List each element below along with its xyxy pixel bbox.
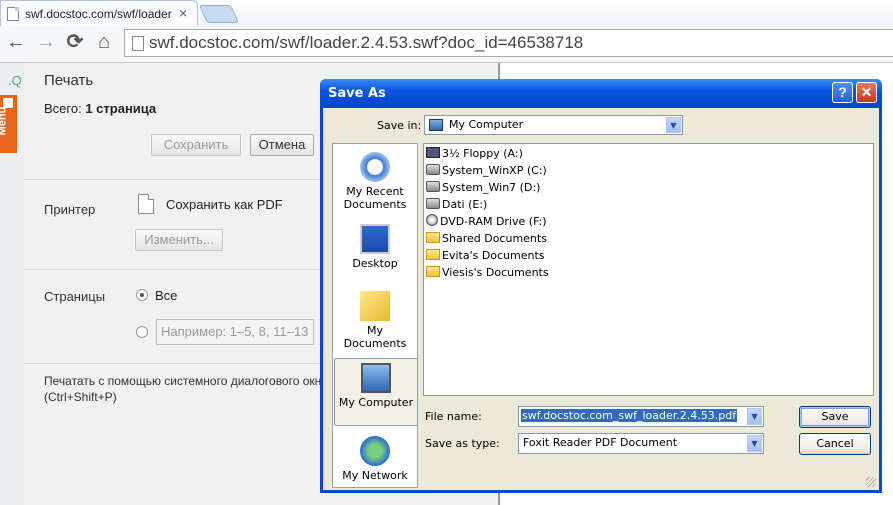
file-list: 3½ Floppy (A:) System_WinXP (C:) System_… [423, 143, 874, 396]
tab-title: swf.docstoc.com/swf/loader [25, 7, 172, 21]
place-label: Desktop [352, 257, 398, 270]
forward-arrow-icon[interactable]: → [35, 30, 57, 54]
print-title: Печать [44, 72, 94, 89]
browser-toolbar: ← → ⟳ ⌂ swf.docstoc.com/swf/loader.2.4.5… [0, 26, 893, 63]
page-favicon-icon [7, 7, 19, 21]
save-as-type-label: Save as type: [425, 437, 500, 450]
address-bar[interactable]: swf.docstoc.com/swf/loader.2.4.53.swf?do… [124, 29, 893, 57]
folder-icon [426, 266, 440, 277]
file-name-label: File name: [425, 410, 482, 423]
tab-close-icon[interactable]: × [179, 5, 187, 21]
floppy-drive-icon [426, 147, 440, 158]
help-button[interactable]: ? [832, 82, 853, 103]
system-dialog-link[interactable]: Печатать с помощью системного диалоговог… [44, 373, 334, 405]
recent-documents-icon [360, 152, 390, 182]
total-label: Всего: [44, 101, 82, 116]
change-printer-button[interactable]: Изменить... [135, 229, 223, 251]
chevron-down-icon: ▼ [747, 408, 762, 425]
file-name-value: swf.docstoc.com_swf_loader.2.4.53.pdf [521, 409, 738, 422]
save-as-type-select[interactable]: Foxit Reader PDF Document ▼ [518, 433, 764, 454]
printer-name: Сохранить как PDF [166, 197, 283, 212]
file-name: Evita's Documents [442, 249, 545, 262]
list-item[interactable]: System_WinXP (C:) [426, 163, 547, 179]
file-name: DVD-RAM Drive (F:) [440, 215, 547, 228]
menu-tab-label: Menu [0, 106, 9, 136]
total-value: 1 страница [85, 101, 157, 116]
file-name: Dati (E:) [442, 198, 488, 211]
print-total: Всего: 1 страница [44, 101, 156, 116]
document-icon [138, 194, 154, 214]
place-my-computer[interactable]: My Computer [334, 358, 418, 426]
list-item[interactable]: Dati (E:) [426, 197, 487, 213]
save-in-value: My Computer [449, 118, 524, 131]
place-label: My Network [342, 469, 408, 482]
place-my-network[interactable]: My Network [334, 432, 416, 484]
list-item[interactable]: System_Win7 (D:) [426, 180, 540, 196]
cancel-button[interactable]: Cancel [799, 433, 871, 455]
file-name-input[interactable]: swf.docstoc.com_swf_loader.2.4.53.pdf ▼ [518, 406, 764, 427]
save-as-dialog: Save As ? ✕ Save in: My Computer ▼ ◀ ⇧ ✦… [320, 79, 882, 493]
folder-icon [426, 249, 440, 260]
chevron-down-icon[interactable]: ▼ [666, 117, 681, 133]
pages-all-label: Все [155, 288, 178, 303]
file-name: 3½ Floppy (A:) [442, 147, 523, 160]
file-name: System_Win7 (D:) [442, 181, 541, 194]
file-name: Shared Documents [442, 232, 547, 245]
pages-range-input[interactable]: Например: 1–5, 8, 11–13 [156, 319, 314, 345]
close-button[interactable]: ✕ [856, 82, 877, 103]
dialog-body: Save in: My Computer ▼ ◀ ⇧ ✦ ▦▾ My Recen… [323, 108, 879, 490]
browser-tab[interactable]: swf.docstoc.com/swf/loader × [0, 0, 198, 26]
back-arrow-icon[interactable]: ← [5, 30, 27, 54]
file-name: System_WinXP (C:) [442, 164, 547, 177]
reload-icon[interactable]: ⟳ [64, 30, 86, 54]
list-item[interactable]: 3½ Floppy (A:) [426, 146, 523, 162]
pages-all-radio[interactable] [136, 289, 148, 301]
list-item[interactable]: DVD-RAM Drive (F:) [426, 214, 547, 230]
my-documents-icon [360, 291, 390, 321]
hard-drive-icon [426, 198, 440, 209]
save-in-select[interactable]: My Computer ▼ [424, 115, 683, 135]
save-as-type-value: Foxit Reader PDF Document [523, 436, 678, 449]
places-bar: My Recent Documents Desktop My Documents… [332, 143, 418, 488]
pages-label: Страницы [44, 289, 106, 304]
printer-label: Принтер [44, 202, 96, 217]
desktop-icon [360, 224, 390, 254]
folder-icon [426, 232, 440, 243]
hard-drive-icon [426, 164, 440, 175]
place-my-documents[interactable]: My Documents [334, 287, 416, 350]
chevron-down-icon[interactable]: ▼ [747, 435, 762, 452]
tab-strip: swf.docstoc.com/swf/loader × [0, 0, 893, 26]
print-cancel-button[interactable]: Отмена [250, 134, 314, 156]
place-label: My Computer [338, 396, 414, 409]
my-computer-icon [361, 363, 391, 393]
list-item[interactable]: Viesis's Documents [426, 265, 549, 281]
resize-grip[interactable] [866, 477, 876, 487]
place-label: My Documents [343, 324, 407, 350]
place-label: My Recent Documents [343, 185, 407, 211]
save-button[interactable]: Save [799, 406, 871, 428]
dvd-drive-icon [426, 214, 438, 226]
dialog-title: Save As [328, 86, 386, 101]
list-item[interactable]: Shared Documents [426, 231, 547, 247]
search-icon: .Q [8, 73, 22, 88]
file-name-dropdown[interactable]: ▼ [746, 407, 763, 426]
dialog-title-bar[interactable]: Save As ? ✕ [320, 79, 882, 108]
list-item[interactable]: Evita's Documents [426, 248, 545, 264]
computer-icon [429, 119, 443, 131]
place-desktop[interactable]: Desktop [334, 220, 416, 270]
my-network-icon [360, 436, 390, 466]
print-save-button[interactable]: Сохранить [151, 134, 241, 156]
hard-drive-icon [426, 181, 440, 192]
save-in-label: Save in: [377, 119, 422, 132]
page-icon [132, 36, 144, 51]
place-my-recent-documents[interactable]: My Recent Documents [334, 148, 416, 212]
pages-range-radio[interactable] [136, 326, 148, 338]
menu-side-tab[interactable]: Menu [0, 95, 17, 153]
home-icon[interactable]: ⌂ [93, 30, 115, 54]
file-name: Viesis's Documents [442, 266, 549, 279]
address-url: swf.docstoc.com/swf/loader.2.4.53.swf?do… [149, 33, 584, 52]
